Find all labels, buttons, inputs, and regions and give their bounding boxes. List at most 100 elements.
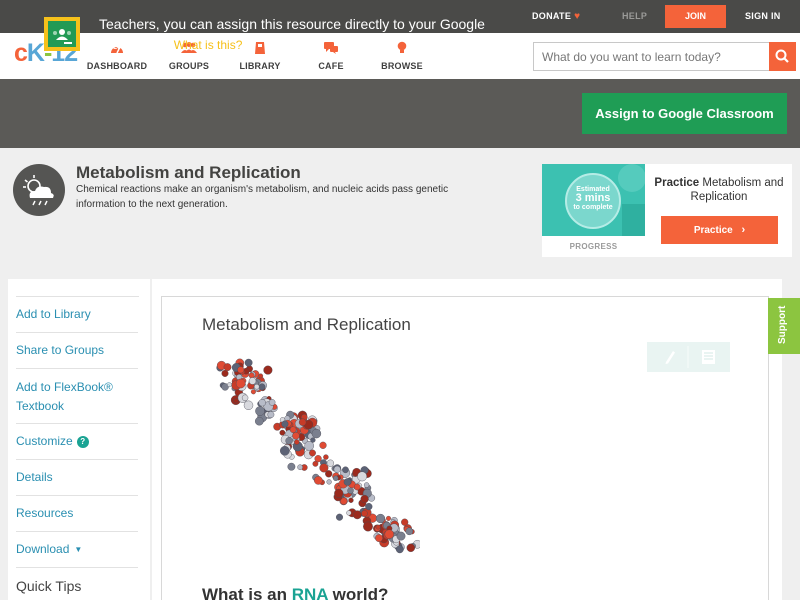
support-tab[interactable]: Support [768,298,800,354]
practice-card: Estimated 3 mins to complete PROGRESS Pr… [542,164,792,257]
heart-icon: ♥ [574,11,581,22]
molecule-atom [223,363,232,372]
rna-link[interactable]: RNA [292,585,328,600]
progress-label: PROGRESS [569,242,618,251]
molecule-atom [268,399,276,406]
molecule-atom [292,432,300,440]
notes-icon[interactable] [702,350,715,364]
molecule-atom [395,545,404,554]
molecule-atom [405,527,414,536]
molecule-atom [333,465,341,473]
search-box [533,42,769,71]
estimated-mins: 3 mins [575,192,611,204]
molecule-atom [280,446,290,456]
article-tools [647,342,730,372]
molecule-atom [285,437,293,445]
pencil-icon[interactable] [665,351,676,364]
molecule-atom [375,534,383,543]
nav-label: DASHBOARD [86,61,148,71]
molecule-atom [347,487,354,494]
google-classroom-logo [44,17,80,51]
sidebar-item-add-to-library[interactable]: Add to Library [16,297,138,333]
molecule-atom [227,382,232,388]
molecule-atom [396,531,406,541]
molecule-atom [233,397,239,404]
molecule-atom [360,494,369,504]
molecule-atom [237,366,245,374]
molecule-atom [221,369,229,377]
molecule-atom [335,513,343,521]
practice-button-label: Practice [693,225,733,236]
molecule-atom [319,463,329,473]
molecule-atom [255,416,264,426]
molecule-atom [258,399,266,407]
sidebar-item-label: Add to Library [16,307,91,321]
molecule-atom [235,378,246,389]
rna-molecule-image [216,358,420,554]
molecule-atom [384,529,395,539]
classroom-message-text: Teachers, you can assign this resource d… [99,16,485,52]
help-icon[interactable]: ? [76,436,89,448]
molecule-atom [248,377,257,385]
nav-label: LIBRARY [239,61,281,71]
molecule-atom [258,383,266,391]
search-input[interactable] [534,43,769,70]
molecule-atom [406,543,416,553]
nav-label: BROWSE [381,61,423,71]
molecule-atom [363,521,373,532]
molecule-atom [248,372,255,379]
classroom-message: Teachers, you can assign this resource d… [99,14,519,55]
progress-thumbnail[interactable]: Estimated 3 mins to complete [542,164,645,236]
molecule-atom [363,482,370,488]
sidebar-item-share-to-groups[interactable]: Share to Groups [16,333,138,369]
molecule-atom [289,426,297,433]
section-heading: What is an RNA world? [202,585,388,600]
sidebar-item-download[interactable]: Download ▼ [16,532,138,568]
practice-button[interactable]: Practice › [661,216,778,244]
sidebar-item-label: Resources [16,506,74,520]
practice-heading-rest: Metabolism and Replication [690,177,784,203]
sidebar-item-resources[interactable]: Resources [16,496,138,532]
molecule-atom [342,466,349,474]
molecule-atom [319,441,327,449]
sidebar-item-label: Details [16,470,53,484]
molecule-atom [287,462,296,471]
concept-description: Chemical reactions make an organism's me… [76,184,449,210]
molecule-atom [326,459,335,467]
molecule-atom [357,471,368,482]
logo-letter-k: K [26,39,45,67]
molecule-atom [243,400,254,410]
search-button[interactable] [769,42,796,71]
molecule-atom [353,483,361,491]
sidebar-item-details[interactable]: Details [16,460,138,496]
sidebar-item-add-to-flexbook[interactable]: Add to FlexBook® Textbook [16,369,138,424]
molecule-atom [310,437,316,443]
what-is-this-link[interactable]: What is this? [174,38,243,52]
molecule-atom [326,479,332,485]
heading-prefix: What is an [202,585,292,600]
help-link[interactable]: HELP [622,11,647,21]
molecule-atom [314,476,323,485]
support-label: Support [777,305,788,344]
weather-cloud-icon [23,175,54,206]
sidebar-item-label: Add to FlexBook® Textbook [16,380,113,413]
logo-letter-c: c [14,39,28,67]
concept-icon [13,164,65,216]
molecule-atom [343,478,352,486]
estimated-time-badge: Estimated 3 mins to complete [565,173,621,229]
molecule-atom [294,439,300,445]
molecule-atom [352,510,362,520]
molecule-atom [311,428,322,439]
sign-in-link[interactable]: SIGN IN [745,11,781,21]
molecule-atom [281,420,289,428]
molecule-atom [348,497,354,503]
assign-to-google-classroom-button[interactable]: Assign to Google Classroom [582,93,787,134]
molecule-atom [297,464,303,470]
molecule-atom [258,373,264,379]
join-button[interactable]: JOIN [665,5,726,28]
sidebar-item-customize[interactable]: Customize? [16,424,138,460]
molecule-atom [267,411,275,418]
molecule-atom [375,513,386,524]
donate-link[interactable]: DONATE ♥ [532,11,580,22]
donate-label: DONATE [532,11,572,21]
